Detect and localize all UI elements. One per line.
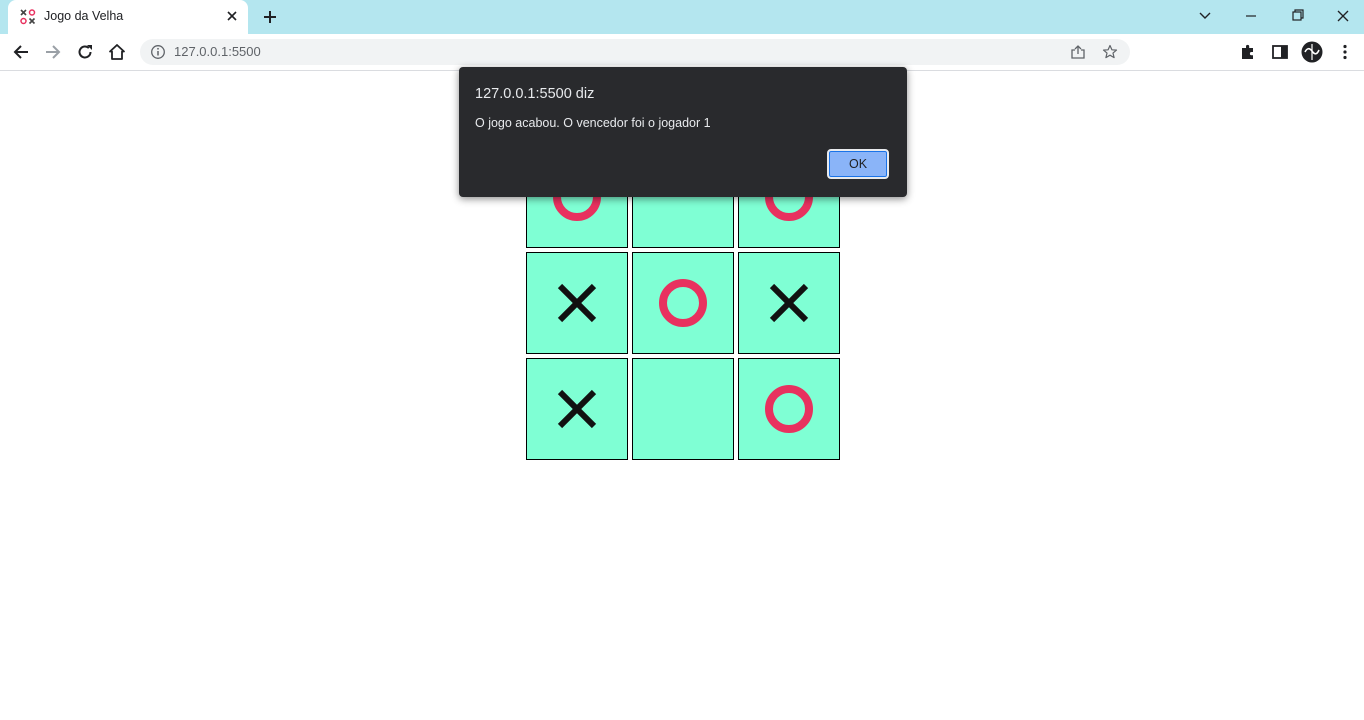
extensions-puzzle-icon[interactable] — [1238, 42, 1258, 62]
restore-icon[interactable] — [1285, 6, 1309, 26]
close-window-icon[interactable] — [1331, 6, 1355, 26]
tab-jogo-da-velha[interactable]: Jogo da Velha — [8, 0, 248, 34]
board-cell-4[interactable] — [526, 252, 628, 354]
o-mark-icon — [765, 385, 813, 433]
x-mark-icon — [769, 283, 809, 323]
board-cell-9[interactable] — [738, 358, 840, 460]
board-cell-7[interactable] — [526, 358, 628, 460]
dialog-message: O jogo acabou. O vencedor foi o jogador … — [475, 116, 711, 130]
site-info-icon[interactable] — [150, 44, 166, 60]
alert-dialog: 127.0.0.1:5500 diz O jogo acabou. O venc… — [459, 67, 907, 197]
profile-avatar-icon[interactable] — [1301, 41, 1323, 63]
close-tab-icon[interactable] — [224, 8, 240, 24]
new-tab-icon[interactable] — [260, 7, 280, 27]
o-mark-icon — [659, 279, 707, 327]
bookmark-star-icon[interactable] — [1102, 44, 1118, 60]
browser-toolbar: 127.0.0.1:5500 — [0, 34, 1364, 71]
side-panel-icon[interactable] — [1270, 42, 1290, 62]
reload-icon[interactable] — [75, 42, 95, 62]
tab-strip: Jogo da Velha — [0, 0, 1364, 34]
more-menu-icon[interactable] — [1335, 42, 1355, 62]
tab-title: Jogo da Velha — [44, 9, 124, 23]
url-text[interactable]: 127.0.0.1:5500 — [174, 44, 261, 59]
back-icon[interactable] — [11, 42, 31, 62]
tic-tac-toe-favicon-icon — [20, 9, 36, 25]
home-icon[interactable] — [107, 42, 127, 62]
x-mark-icon — [557, 389, 597, 429]
board-cell-5[interactable] — [632, 252, 734, 354]
address-bar[interactable]: 127.0.0.1:5500 — [140, 39, 1130, 65]
forward-icon[interactable] — [43, 42, 63, 62]
board-cell-8[interactable] — [632, 358, 734, 460]
dialog-title: 127.0.0.1:5500 diz — [475, 86, 595, 102]
tab-search-chevron-down-icon[interactable] — [1193, 6, 1217, 26]
ok-button[interactable]: OK — [827, 149, 889, 179]
x-mark-icon — [557, 283, 597, 323]
minimize-icon[interactable] — [1239, 6, 1263, 26]
share-icon[interactable] — [1070, 44, 1086, 60]
board-cell-6[interactable] — [738, 252, 840, 354]
